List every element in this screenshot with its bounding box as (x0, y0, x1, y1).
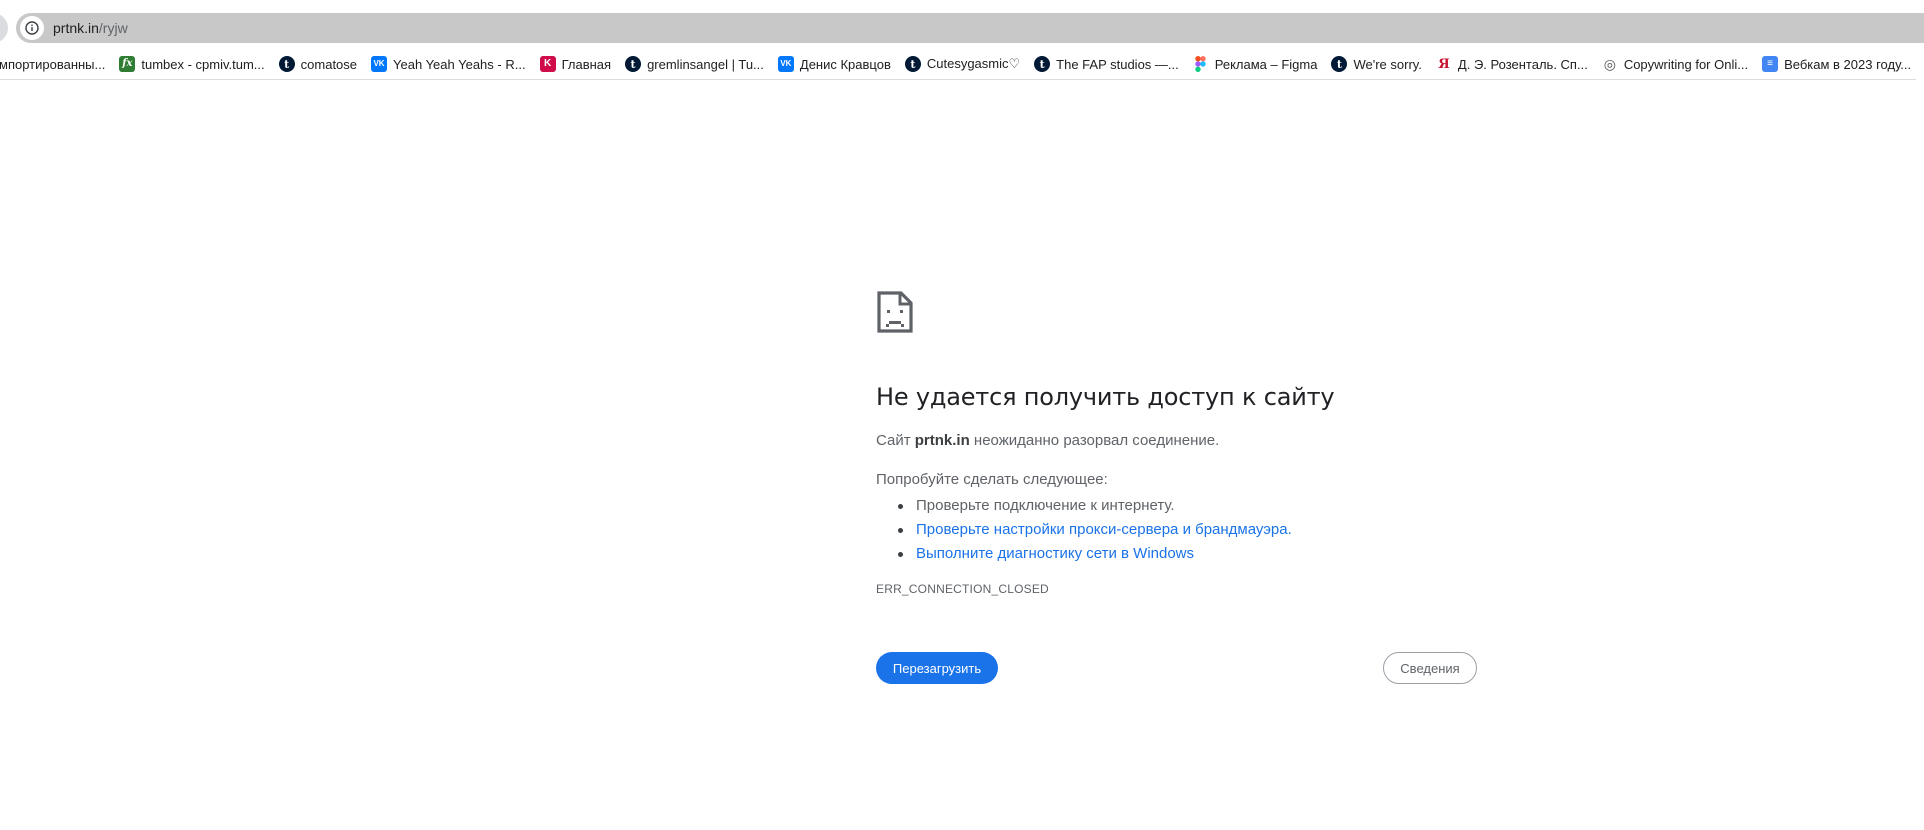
bookmark-item[interactable]: t gremlinsangel | Tu... (618, 51, 771, 77)
bookmark-label: Copywriting for Onli... (1623, 56, 1749, 72)
tumblr-icon: t (1331, 56, 1348, 72)
url-host: prtnk.in (53, 20, 99, 36)
bookmark-label: tumbex - cpmiv.tum... (141, 56, 265, 72)
bookmark-label: мпортированны... (0, 56, 106, 72)
bookmark-item[interactable]: VK Yeah Yeah Yeahs - R... (364, 51, 533, 77)
error-description: Сайт prtnk.in неожиданно разорвал соедин… (876, 432, 1219, 449)
globe-icon: ◎ (1603, 56, 1616, 72)
bookmark-item[interactable]: t We're sorry. (1324, 51, 1428, 77)
bookmark-item[interactable]: мпортированны... (0, 51, 112, 77)
bookmarks-bar: мпортированны... fx tumbex - cpmiv.tum... t… (0, 49, 1916, 80)
bookmark-label: The FAP studios —... (1056, 56, 1179, 72)
bookmark-label: We're sorry. (1353, 56, 1422, 72)
bookmark-item[interactable]: VK Денис Кравцов (771, 51, 898, 77)
suggestions-list: Проверьте подключение к интернету. Прове… (898, 494, 1292, 566)
url-text[interactable]: prtnk.in/ryjw (53, 20, 128, 36)
bookmark-item[interactable]: t The FAP studios —... (1027, 51, 1186, 77)
error-headline: Не удается получить доступ к сайту (876, 383, 1335, 411)
ya-icon: Я (1438, 56, 1450, 72)
bookmark-label: gremlinsangel | Tu... (647, 56, 764, 72)
k-icon: K (539, 56, 556, 72)
bookmark-item[interactable]: t comatose (272, 51, 364, 77)
bookmark-item[interactable]: Я Д. Э. Розенталь. Сп... (1429, 51, 1595, 77)
tumblr-icon: t (278, 56, 295, 72)
window-top-strip (0, 0, 1924, 11)
error-code: ERR_CONNECTION_CLOSED (876, 582, 1049, 596)
vk-icon: VK (371, 56, 388, 72)
bookmark-label: Yeah Yeah Yeahs - R... (393, 56, 526, 72)
bookmark-item[interactable]: Реклама – Figma (1186, 51, 1325, 77)
desc-suffix: неожиданно разорвал соединение. (969, 432, 1220, 449)
bookmark-item[interactable]: ◎ Copywriting for Onli... (1595, 51, 1755, 77)
suggestion-proxy-firewall-link[interactable]: Проверьте настройки прокси-сервера и бра… (898, 518, 1292, 542)
desc-host: prtnk.in (914, 432, 970, 449)
sad-document-icon (877, 291, 913, 333)
back-button[interactable] (0, 13, 8, 43)
url-path: /ryjw (98, 20, 128, 36)
figma-icon (1193, 56, 1209, 72)
tumblr-icon: t (1034, 56, 1051, 72)
tumblr-icon: t (904, 56, 921, 72)
reload-button[interactable]: Перезагрузить (876, 652, 998, 684)
desc-prefix: Сайт (876, 432, 915, 449)
toolbar: prtnk.in/ryjw (0, 11, 1924, 45)
bookmark-label: Денис Кравцов (799, 56, 891, 72)
address-bar[interactable]: prtnk.in/ryjw (16, 13, 1924, 43)
suggestions-title: Попробуйте сделать следующее: (876, 471, 1108, 488)
info-icon[interactable] (20, 16, 44, 40)
tumblr-icon: t (625, 56, 642, 72)
bookmark-label: Cutesygasmic♡ (926, 56, 1021, 71)
fx-icon: fx (119, 56, 136, 72)
details-button[interactable]: Сведения (1383, 652, 1477, 684)
bookmark-item[interactable]: ≡ Вебкам в 2023 году... (1755, 51, 1916, 77)
bookmark-item[interactable]: fx tumbex - cpmiv.tum... (112, 51, 271, 77)
suggestion-check-connection: Проверьте подключение к интернету. (898, 494, 1292, 518)
suggestion-network-diagnostics-link[interactable]: Выполните диагностику сети в Windows (898, 542, 1292, 566)
bookmark-label: Главная (561, 56, 612, 72)
bookmark-item[interactable]: K Главная (533, 51, 618, 77)
bookmark-label: comatose (300, 56, 358, 72)
bookmark-label: Д. Э. Розенталь. Сп... (1457, 56, 1588, 72)
bookmark-label: Вебкам в 2023 году... (1784, 56, 1912, 72)
vk-icon: VK (777, 56, 794, 72)
bookmark-item[interactable]: t Cutesygasmic♡ (898, 51, 1027, 77)
doc-icon: ≡ (1762, 56, 1779, 72)
bookmark-label: Реклама – Figma (1214, 56, 1318, 72)
